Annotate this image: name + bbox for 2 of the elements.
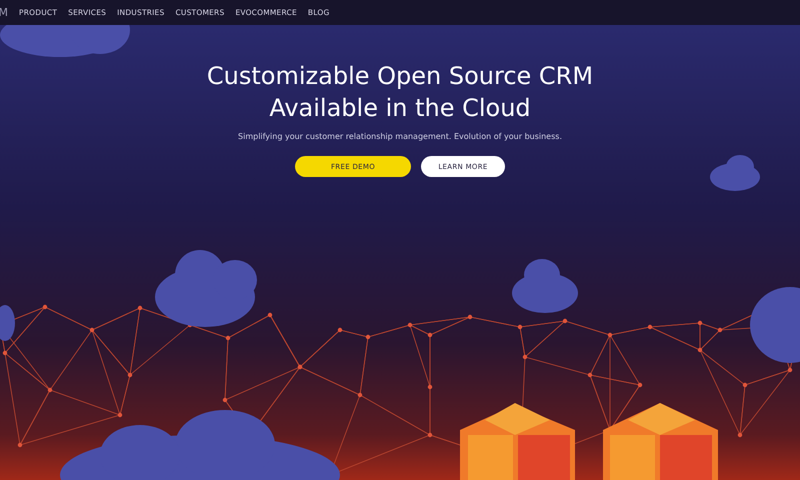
hero-title: Customizable Open Source CRM Available in the Cloud — [206, 61, 594, 124]
hero-subtitle: Simplifying your customer relationship management. Evolution of your business. — [238, 132, 562, 141]
